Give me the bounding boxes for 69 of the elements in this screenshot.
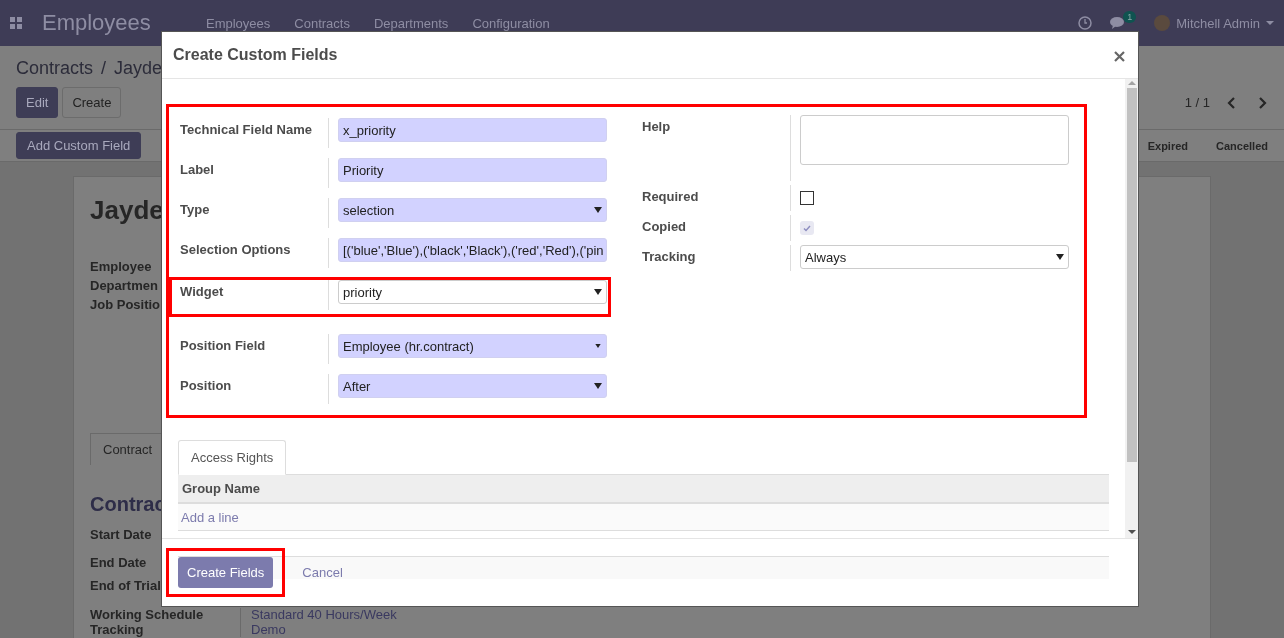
caret-icon: [594, 289, 602, 295]
text-field[interactable]: x_priority: [338, 118, 607, 142]
field-label: Help: [641, 118, 672, 136]
text-field[interactable]: [('blue','Blue'),('black','Black'),('red','Red'),('pin: [338, 238, 607, 262]
check-icon: [803, 224, 811, 232]
record-title: Jayde: [90, 195, 164, 225]
column-header: Group Name: [178, 475, 1109, 504]
field-label: Position Field: [179, 337, 267, 355]
field-label: Tracking: [90, 623, 144, 637]
chat-icon[interactable]: [1110, 16, 1127, 30]
add-custom-field-button[interactable]: Add Custom Field: [16, 132, 142, 159]
menu-item[interactable]: Departments: [373, 15, 449, 31]
field-label: Copied: [641, 218, 688, 236]
text-field[interactable]: Priority: [338, 158, 607, 182]
breadcrumb-current: Jayde: [114, 58, 163, 79]
field-label: Position: [179, 377, 233, 395]
caret-icon: [594, 383, 602, 389]
select-field[interactable]: selection: [338, 198, 607, 222]
field-label: Job Positio: [90, 296, 161, 314]
field-label: Technical Field Name: [179, 121, 313, 139]
field-label: Type: [179, 201, 211, 219]
tab[interactable]: Access Rights: [178, 440, 287, 475]
add-line-link[interactable]: Add a line: [181, 510, 239, 525]
select-field[interactable]: priority: [338, 280, 607, 304]
field-label: Tracking: [641, 248, 697, 266]
arrow-up-icon[interactable]: [1127, 81, 1136, 85]
field-label: Widget: [179, 283, 225, 301]
field-label: Working Schedule: [90, 608, 204, 623]
caret-icon: [1266, 21, 1274, 25]
chevron-left-icon[interactable]: [1226, 96, 1236, 109]
create-fields-button[interactable]: Create Fields: [178, 557, 274, 588]
field-label: Departmen: [90, 277, 158, 295]
dialog-title: Create Custom Fields: [173, 46, 338, 64]
apps-grid-icon[interactable]: [10, 17, 22, 29]
message-count: 1: [1123, 10, 1137, 23]
caret-icon: [1056, 254, 1064, 260]
field-label: Required: [641, 188, 700, 206]
status-step[interactable]: Cancelled: [1202, 139, 1282, 152]
field-value[interactable]: Standard 40 Hours/Week: [240, 608, 397, 623]
cancel-link[interactable]: Cancel: [298, 561, 347, 584]
breadcrumb-link[interactable]: Contracts: [16, 58, 94, 79]
edit-button[interactable]: Edit: [16, 87, 59, 118]
field-label: Employee: [90, 258, 152, 276]
user-name[interactable]: Mitchell Admin: [1176, 15, 1260, 31]
field-label: Selection Options: [179, 241, 292, 259]
field-value[interactable]: Demo: [240, 623, 286, 637]
create-button[interactable]: Create: [62, 87, 122, 118]
field-label: Start Date: [90, 528, 152, 544]
breadcrumb-separator: /: [101, 58, 107, 79]
app-title: Employees: [42, 10, 152, 36]
caret-icon: [594, 344, 602, 348]
scrollbar[interactable]: [1125, 79, 1138, 538]
menu-item[interactable]: Contracts: [294, 15, 350, 31]
clock-icon[interactable]: [1078, 16, 1093, 30]
field-label: Label: [179, 161, 215, 179]
arrow-down-icon[interactable]: [1127, 530, 1136, 534]
select-field[interactable]: Employee (hr.contract): [338, 334, 607, 358]
select-field[interactable]: After: [338, 374, 607, 398]
close-icon: [1114, 50, 1125, 62]
chevron-right-icon[interactable]: [1258, 96, 1268, 109]
select-field[interactable]: Always: [800, 245, 1069, 269]
pager-counter: 1 / 1: [1184, 95, 1210, 110]
menu-item[interactable]: Configuration: [472, 15, 550, 31]
checkbox[interactable]: [800, 191, 814, 205]
field-label: End of Trial: [90, 579, 161, 595]
caret-icon: [594, 207, 602, 213]
menu-item[interactable]: Employees: [206, 15, 271, 31]
field-label: End Date: [90, 556, 147, 572]
section-title: Contrac: [90, 493, 166, 516]
